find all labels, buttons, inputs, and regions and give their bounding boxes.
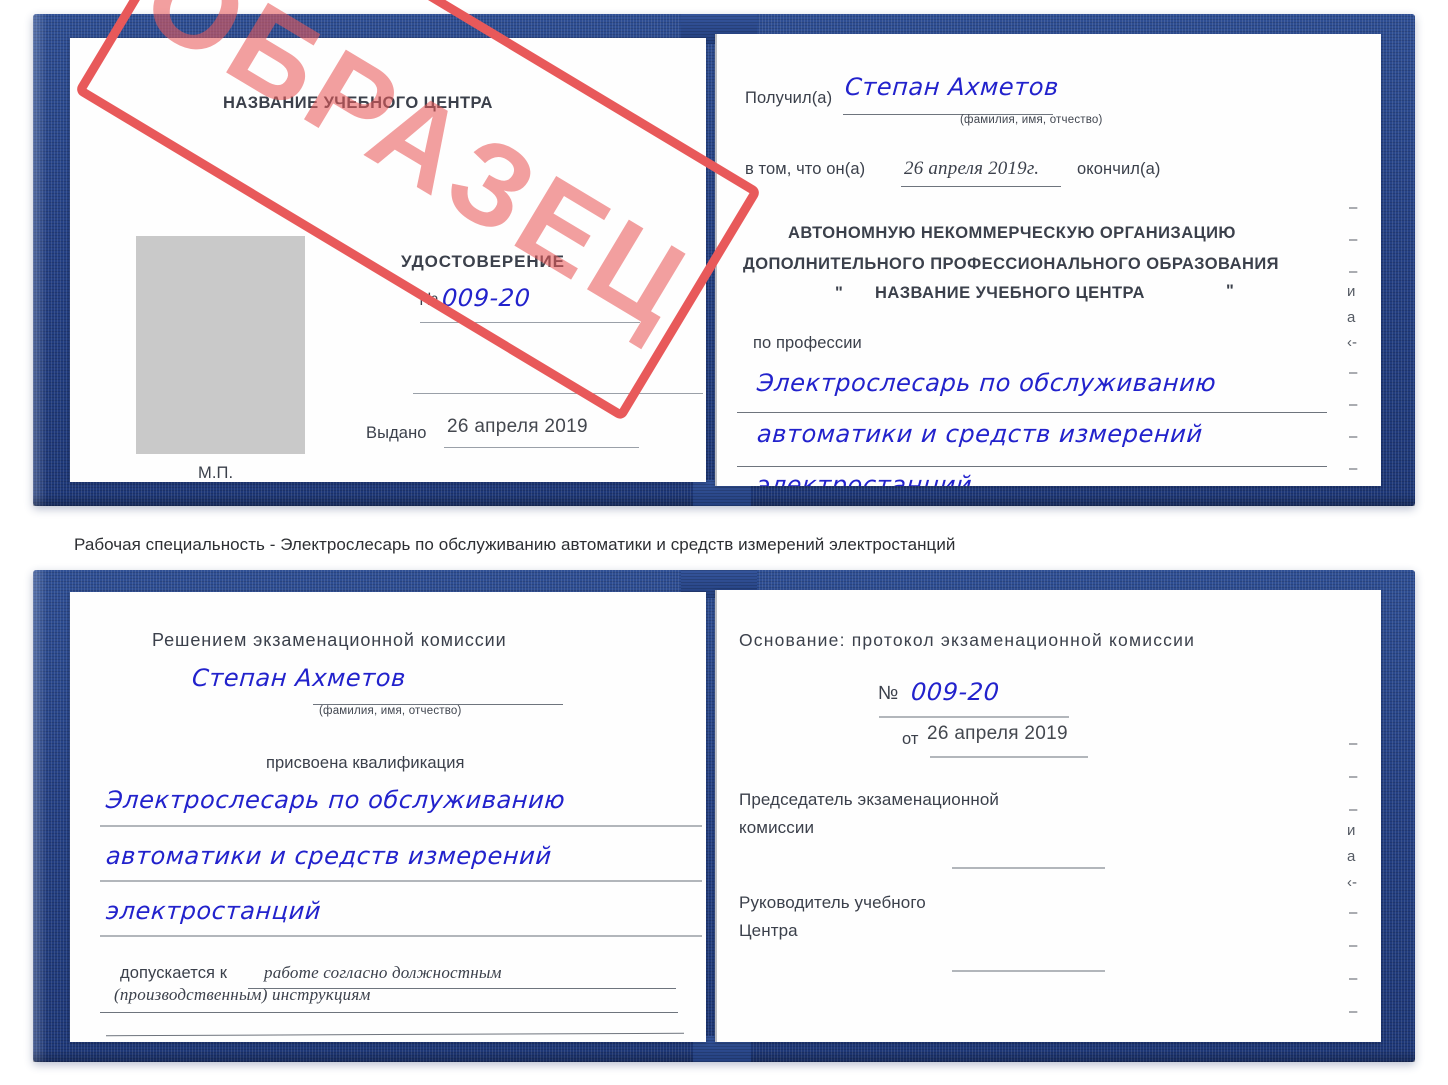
edge-fragment-3: и	[1347, 283, 1356, 300]
edge-fragment-1: –	[1349, 231, 1358, 248]
qualification-label: присвоена квалификация	[266, 754, 465, 772]
head-line-2: Центра	[739, 921, 798, 940]
qualification-line-1: Электрослесарь по обслуживанию	[105, 786, 567, 814]
in-that-date-value: 26 апреля 2019г.	[904, 158, 1040, 179]
certificate-top: НАЗВАНИЕ УЧЕБНОГО ЦЕНТРА УДОСТОВЕРЕНИЕ №…	[33, 0, 1415, 506]
profession-rule-2	[737, 466, 1327, 467]
cert-bottom-right-page: Основание: протокол экзаменационной коми…	[715, 590, 1381, 1042]
protocol-from-label: от	[902, 730, 919, 748]
chairman-line-2: комиссии	[739, 818, 815, 837]
basis-label: Основание: протокол экзаменационной коми…	[739, 630, 1196, 650]
edge-fragment-b9: –	[1349, 1003, 1358, 1020]
cert-bottom-left-page: Решением экзаменационной комиссии Степан…	[70, 592, 706, 1042]
admitted-value-line-1: работе согласно должностным	[264, 963, 502, 982]
certificate-bottom: Решением экзаменационной комиссии Степан…	[33, 570, 1415, 1062]
blank-rule-middle	[413, 393, 703, 394]
profession-line-2: автоматики и средств измерений	[756, 420, 1204, 448]
issue-date-value: 26 апреля 2019	[447, 416, 588, 437]
in-that-rule	[901, 186, 1061, 187]
certificate-number-value: 009-20	[441, 284, 532, 312]
edge-fragment-9: –	[1349, 460, 1358, 477]
profession-label: по профессии	[753, 334, 862, 352]
cover-highlight-left	[33, 14, 47, 506]
protocol-from-rule	[930, 756, 1088, 758]
profession-line-3: электростанций	[756, 471, 974, 486]
cert-top-left-page: НАЗВАНИЕ УЧЕБНОГО ЦЕНТРА УДОСТОВЕРЕНИЕ №…	[70, 38, 706, 482]
edge-fragment-b4: а	[1347, 848, 1356, 865]
edge-fragment-b6: –	[1349, 904, 1358, 921]
decision-title: Решением экзаменационной комиссии	[152, 630, 507, 650]
edge-fragment-2: –	[1349, 263, 1358, 280]
edge-fragment-b8: –	[1349, 970, 1358, 987]
finished-label: окончил(а)	[1077, 160, 1161, 178]
organization-line-1: АВТОНОМНУЮ НЕКОММЕРЧЕСКУЮ ОРГАНИЗАЦИЮ	[788, 224, 1236, 242]
page-spine-line	[715, 34, 717, 486]
edge-fragment-b3: и	[1347, 822, 1356, 839]
edge-fragment-b2: –	[1349, 801, 1358, 818]
photo-placeholder	[136, 236, 305, 454]
protocol-number-value: 009-20	[910, 678, 1001, 706]
qualification-rule-3	[100, 935, 702, 937]
edge-fragment-b7: –	[1349, 937, 1358, 954]
admitted-rule-3	[106, 1032, 684, 1037]
organization-quote-open: "	[835, 284, 844, 302]
profession-line-1: Электрослесарь по обслуживанию	[756, 369, 1218, 397]
admitted-value-line-2: (производственным) инструкциям	[114, 985, 371, 1004]
page-spine-line-2	[715, 590, 717, 1042]
decision-name-hint: (фамилия, имя, отчество)	[319, 705, 462, 717]
edge-fragment-4: а	[1347, 309, 1356, 326]
head-signature-rule	[952, 970, 1105, 972]
issue-date-label: Выдано	[366, 424, 427, 442]
edge-fragment-0: –	[1349, 199, 1358, 216]
organization-line-3: НАЗВАНИЕ УЧЕБНОГО ЦЕНТРА	[875, 284, 1145, 302]
image-caption: Рабочая специальность - Электрослесарь п…	[74, 535, 956, 554]
edge-fragment-b0: –	[1349, 735, 1358, 752]
decision-name-value: Степан Ахметов	[191, 664, 407, 692]
edge-fragment-b5: ‹-	[1347, 874, 1357, 891]
seal-label: М.П.	[198, 464, 234, 482]
certificate-title: УДОСТОВЕРЕНИЕ	[401, 252, 565, 271]
in-that-label: в том, что он(а)	[745, 160, 866, 178]
certificate-number-label: №	[419, 289, 439, 309]
qualification-line-3: электростанций	[105, 897, 323, 925]
chairman-signature-rule	[952, 867, 1105, 869]
admitted-label: допускается к	[120, 964, 228, 982]
received-label: Получил(а)	[745, 89, 833, 107]
qualification-line-2: автоматики и средств измерений	[105, 842, 553, 870]
edge-fragment-5: ‹-	[1347, 334, 1357, 351]
certificate-number-rule	[420, 322, 640, 323]
cover-highlight-left-2	[33, 570, 47, 1062]
received-hint: (фамилия, имя, отчество)	[960, 114, 1103, 126]
edge-fragment-6: –	[1349, 364, 1358, 381]
protocol-number-label: №	[878, 683, 899, 704]
organization-quote-close: "	[1226, 282, 1235, 300]
protocol-number-rule	[879, 716, 1069, 718]
qualification-rule-2	[100, 880, 702, 882]
chairman-line-1: Председатель экзаменационной	[739, 790, 999, 809]
training-center-name: НАЗВАНИЕ УЧЕБНОГО ЦЕНТРА	[223, 94, 493, 112]
qualification-rule-1	[100, 825, 702, 827]
cert-top-right-page: Получил(а) Степан Ахметов (фамилия, имя,…	[715, 34, 1381, 486]
edge-fragment-8: –	[1349, 428, 1358, 445]
issue-date-rule	[444, 447, 639, 448]
profession-rule-1	[737, 412, 1327, 413]
edge-fragment-7: –	[1349, 396, 1358, 413]
protocol-from-value: 26 апреля 2019	[927, 723, 1068, 744]
head-line-1: Руководитель учебного	[739, 893, 926, 912]
organization-line-2: ДОПОЛНИТЕЛЬНОГО ПРОФЕССИОНАЛЬНОГО ОБРАЗО…	[743, 255, 1279, 273]
edge-fragment-b1: –	[1349, 768, 1358, 785]
received-name-value: Степан Ахметов	[844, 73, 1060, 101]
admitted-rule-2	[100, 1012, 678, 1013]
